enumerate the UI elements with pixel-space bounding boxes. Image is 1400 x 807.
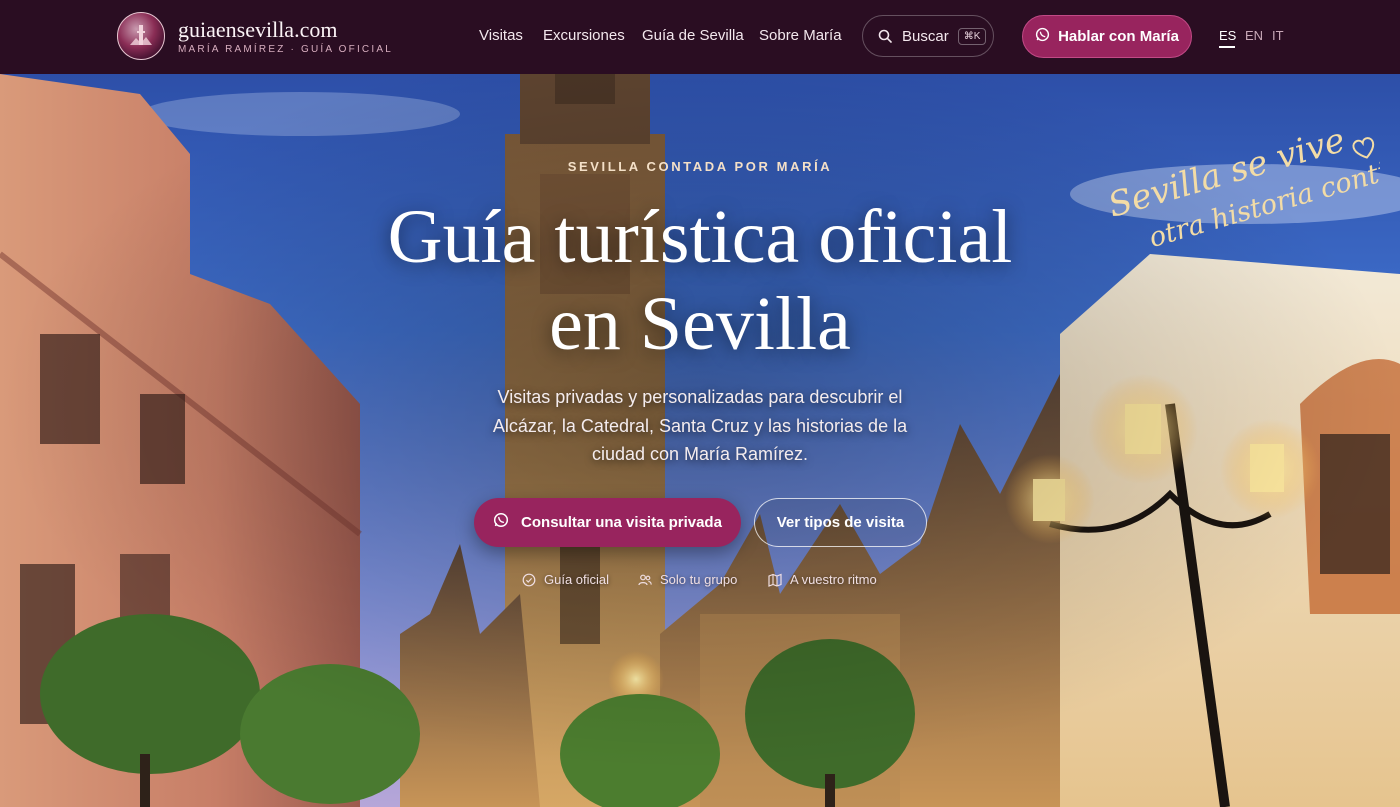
visit-types-label: Ver tipos de visita <box>776 514 905 531</box>
whatsapp-icon <box>1035 27 1050 47</box>
logo-domain[interactable]: guiaensevilla.com <box>178 17 393 42</box>
nav-excursiones[interactable]: Excursiones <box>543 27 625 44</box>
nav-visitas[interactable]: Visitas <box>479 27 523 44</box>
hero-title-line-2: en Sevilla <box>549 282 851 366</box>
map-icon <box>768 573 782 587</box>
talk-to-maria-label: Hablar con María <box>1058 28 1179 45</box>
sevilla-emblem-icon <box>117 12 165 60</box>
lang-it[interactable]: IT <box>1272 28 1284 43</box>
feature-only-your-group-label: Solo tu grupo <box>660 572 738 587</box>
logo-subtitle: MARÍA RAMÍREZ · GUÍA OFICIAL <box>178 43 393 55</box>
hero-section: Sevilla se vive otra historia contigo SE… <box>0 74 1400 807</box>
search-icon <box>877 28 893 44</box>
feature-only-your-group: Solo tu grupo <box>638 572 737 587</box>
hero-title-line-1: Guía turística oficial <box>387 195 1013 279</box>
consult-private-visit-button[interactable]: Consultar una visita privada <box>474 498 741 547</box>
lang-es[interactable]: ES <box>1219 28 1236 43</box>
visit-types-button[interactable]: Ver tipos de visita <box>754 498 927 547</box>
feature-official-guide: Guía oficial <box>522 572 609 587</box>
consult-private-visit-label: Consultar una visita privada <box>521 514 722 531</box>
search-shortcut: ⌘K <box>957 27 987 45</box>
search-button[interactable]: Buscar ⌘K <box>862 15 994 57</box>
hero-title: Guía turística oficial en Sevilla <box>0 194 1400 368</box>
feature-official-guide-label: Guía oficial <box>544 572 610 587</box>
users-icon <box>638 573 652 587</box>
nav-sobre-maria[interactable]: Sobre María <box>759 27 842 44</box>
site-logo[interactable]: guiaensevilla.com MARÍA RAMÍREZ · GUÍA O… <box>117 12 393 60</box>
feature-your-pace-label: A vuestro ritmo <box>790 572 877 587</box>
badge-check-icon <box>522 573 536 587</box>
search-label: Buscar <box>902 27 949 45</box>
hero-eyebrow: SEVILLA CONTADA POR MARÍA <box>567 159 833 174</box>
nav-guia-de-sevilla[interactable]: Guía de Sevilla <box>642 27 744 44</box>
feature-your-pace: A vuestro ritmo <box>768 572 877 587</box>
heart-icon <box>1352 137 1375 159</box>
talk-to-maria-button[interactable]: Hablar con María <box>1022 15 1192 58</box>
hero-subtitle: Visitas privadas y personalizadas para d… <box>492 387 908 464</box>
lang-en[interactable]: EN <box>1245 28 1263 43</box>
active-language-indicator <box>1219 46 1235 48</box>
whatsapp-icon <box>493 512 509 533</box>
site-header: guiaensevilla.com MARÍA RAMÍREZ · GUÍA O… <box>0 0 1400 74</box>
